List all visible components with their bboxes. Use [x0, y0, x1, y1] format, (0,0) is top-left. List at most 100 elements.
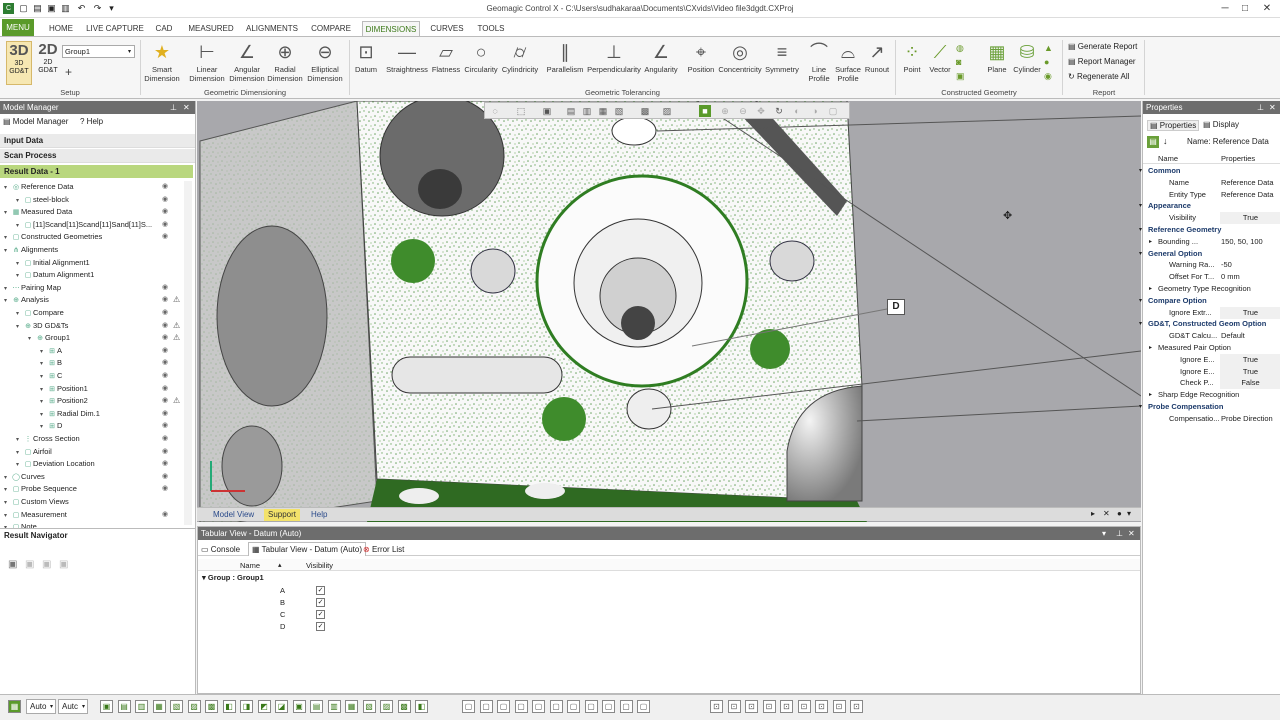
back-view-icon[interactable]: ▤ [565, 105, 577, 117]
camera-icon[interactable]: ⊡ [780, 700, 793, 713]
tab-tools[interactable]: TOOLS [474, 21, 508, 36]
expand-toggle-icon[interactable]: ▾ [16, 447, 23, 459]
tree-item[interactable]: ▾ ▢ Datum Alignment1 [16, 269, 94, 281]
tree-item[interactable]: ▾ ⊞ D ◉ [40, 420, 168, 432]
tab-model-view[interactable]: Model View [209, 509, 258, 521]
datum-label-d[interactable]: D [887, 299, 905, 315]
angular-dimension-button[interactable]: ∠ Angular Dimension [227, 41, 267, 83]
circle-icon[interactable]: ◍ [956, 43, 964, 54]
section-scan-process[interactable]: Scan Process [0, 149, 195, 163]
visibility-eye-icon[interactable]: ◉ [162, 233, 170, 241]
expand-toggle-icon[interactable]: ▾ [16, 308, 23, 320]
close-view-icon[interactable]: ✕ [1103, 509, 1110, 518]
tree-item[interactable]: ▾ ⋔ Alignments [4, 244, 58, 256]
property-row[interactable]: Visibility True [1143, 212, 1280, 225]
visibility-eye-icon[interactable]: ◉ [162, 334, 170, 342]
property-row[interactable]: Entity Type Reference Data [1143, 189, 1280, 201]
sphere-view-icon[interactable]: ⊡ [815, 700, 828, 713]
sort-alpha-icon[interactable]: ↓ [1163, 136, 1168, 146]
property-row[interactable]: Ignore Extr... True [1143, 306, 1280, 319]
visibility-eye-icon[interactable]: ◉ [162, 183, 170, 191]
table-row[interactable]: C ✓ [198, 609, 328, 621]
tree-item[interactable]: ▾ ◎ Reference Data ◉ [4, 181, 168, 193]
group-select[interactable]: Group1 ▾ [62, 45, 135, 58]
expand-toggle-icon[interactable]: ▾ [4, 484, 11, 496]
cylindricity-button[interactable]: ⌭ Cylindricity [500, 41, 540, 74]
visibility-eye-icon[interactable]: ◉ [162, 410, 170, 418]
property-category[interactable]: ▾ Compare Option [1139, 295, 1280, 307]
expand-toggle-icon[interactable]: ▾ [16, 434, 23, 446]
layer-icon[interactable]: ⊡ [745, 700, 758, 713]
perpendicularity-button[interactable]: ⊥ Perpendicularity [586, 41, 642, 74]
tab-model-manager[interactable]: ▤ Model Manager [3, 117, 68, 126]
visibility-eye-icon[interactable]: ◉ [162, 448, 170, 456]
section-result-data[interactable]: Result Data - 1 [0, 165, 193, 178]
color-icon[interactable]: ◑ [809, 105, 821, 117]
property-value[interactable]: Reference Data [1220, 189, 1280, 201]
pin-icon[interactable]: ⊥ [1116, 527, 1123, 540]
expand-toggle-icon[interactable]: ▾ [16, 321, 23, 333]
expand-toggle-icon[interactable]: ▾ [16, 258, 23, 270]
view-icon-3[interactable]: ▢ [497, 700, 510, 713]
angularity-button[interactable]: ∠ Angularity [642, 41, 680, 74]
view-icon-10[interactable]: ▢ [619, 700, 633, 713]
sort-icon[interactable]: ▴ [278, 561, 282, 569]
sel-show-icon[interactable]: ▩ [397, 700, 411, 713]
close-panel-icon[interactable]: ✕ [183, 101, 190, 114]
light-icon[interactable]: ◐ [791, 105, 803, 117]
sel-visible-icon[interactable]: ◩ [257, 700, 271, 713]
expand-toggle-icon[interactable]: ▾ [40, 358, 47, 370]
expand-toggle-icon[interactable]: ▾ [28, 333, 35, 345]
selection-mode-icon[interactable]: ▦ [8, 700, 21, 713]
property-row[interactable]: Warning Ra... -50 [1143, 259, 1280, 271]
tab-viewport-help[interactable]: Help [307, 509, 331, 521]
runout-button[interactable]: ↗ Runout [862, 41, 892, 74]
property-row[interactable]: Check P... False [1143, 377, 1280, 390]
visibility-eye-icon[interactable]: ◉ [162, 359, 170, 367]
tree-item[interactable]: ▾ ⊕ 3D GD&Ts ◉ ⚠ [16, 320, 180, 333]
polyline-icon[interactable]: ▣ [956, 71, 965, 82]
visibility-eye-icon[interactable]: ◉ [162, 473, 170, 481]
view-icon-8[interactable]: ▢ [584, 700, 598, 713]
group-row[interactable]: ▾ Group : Group1 [202, 573, 264, 582]
dropdown-icon[interactable]: ▾ [1102, 527, 1106, 540]
radial-dimension-button[interactable]: ⊕ Radial Dimension [265, 41, 305, 83]
nav-last-icon[interactable]: ▣ [59, 559, 68, 570]
plane-button[interactable]: ▦ Plane [983, 41, 1011, 74]
pin-icon[interactable]: ⊥ [170, 101, 177, 114]
tree-scrollbar[interactable] [184, 181, 192, 525]
property-category[interactable]: ▾ Appearance [1139, 200, 1280, 212]
tab-alignments[interactable]: ALIGNMENTS [244, 21, 300, 36]
nav-first-icon[interactable]: ▣ [8, 559, 17, 570]
nav-prev-icon[interactable]: ▣ [25, 559, 34, 570]
torus-icon[interactable]: ◉ [1044, 71, 1052, 82]
pin-icon[interactable]: ⊥ [1257, 101, 1264, 114]
collapse-toggle-icon[interactable]: ▾ [1139, 401, 1142, 413]
visibility-eye-icon[interactable]: ◉ [162, 347, 170, 355]
view-cube-icon[interactable]: ⬚ [515, 105, 527, 117]
zoom-out-icon[interactable]: ⊖ [737, 105, 749, 117]
fit-view-icon[interactable]: ▩ [639, 105, 651, 117]
visibility-eye-icon[interactable]: ◉ [162, 385, 170, 393]
collapse-toggle-icon[interactable]: ▾ [1139, 165, 1142, 177]
regenerate-all-button[interactable]: ↻ Regenerate All [1068, 72, 1129, 82]
sel-brush-icon[interactable]: ▥ [135, 700, 148, 713]
collapse-toggle-icon[interactable]: ▾ [1139, 200, 1142, 212]
expand-toggle-icon[interactable]: ▾ [4, 472, 11, 484]
expand-toggle-icon[interactable]: ▾ [40, 346, 47, 358]
tree-item[interactable]: ▾ ▢ Custom Views [4, 496, 69, 508]
property-value[interactable]: 150, 50, 100 [1220, 236, 1280, 248]
expand-toggle-icon[interactable]: ▾ [4, 283, 11, 295]
filter-icon[interactable]: ⊡ [710, 700, 723, 713]
expand-toggle-icon[interactable]: ▾ [4, 510, 11, 522]
expand-toggle-icon[interactable]: ▾ [40, 409, 47, 421]
sel-rect-icon[interactable]: ▣ [100, 700, 113, 713]
right-view-icon[interactable]: ▦ [597, 105, 609, 117]
tab-curves[interactable]: CURVES [428, 21, 466, 36]
expand-toggle-icon[interactable]: ▾ [4, 232, 11, 244]
property-value[interactable]: 0 mm [1220, 271, 1280, 283]
view-icon-11[interactable]: ▢ [637, 700, 650, 713]
expand-toggle-icon[interactable]: ▸ [1149, 283, 1152, 295]
cylinder-button[interactable]: ⛁ Cylinder [1011, 41, 1043, 74]
3d-gdt-button[interactable]: 3D 3D GD&T [6, 41, 32, 85]
